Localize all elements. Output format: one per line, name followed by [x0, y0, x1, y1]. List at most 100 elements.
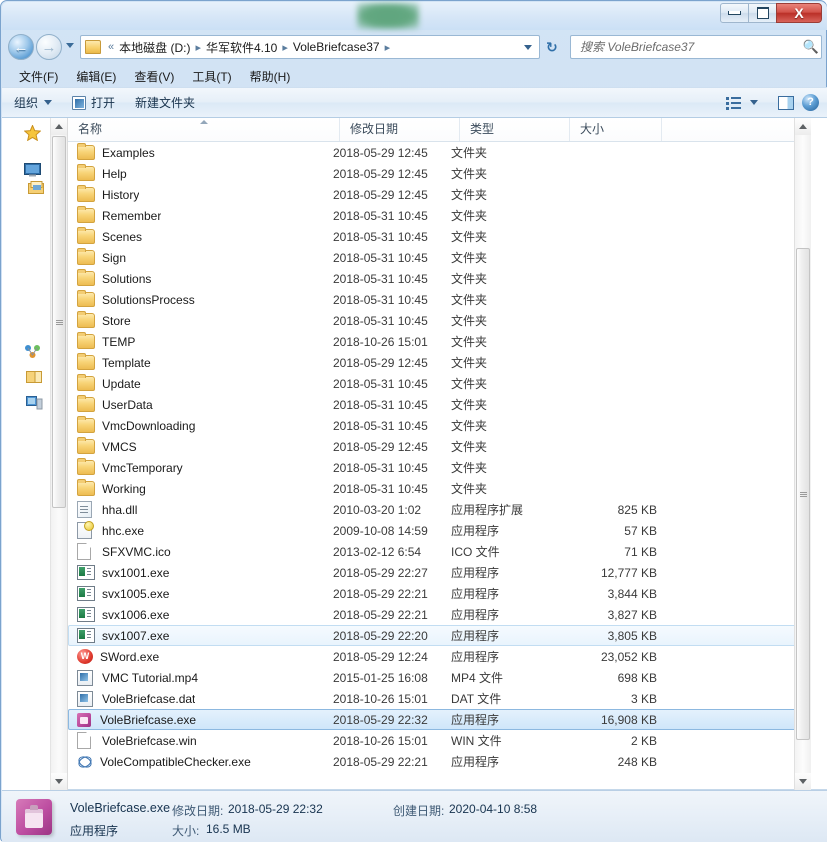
chevron-right-icon[interactable]: ▸ [192, 41, 204, 54]
table-row[interactable]: svx1007.exe 2018-05-29 22:20 应用程序 3,805 KB [68, 625, 811, 646]
computer-icon[interactable] [26, 396, 43, 411]
table-row[interactable]: VoleBriefcase.exe 2018-05-29 22:32 应用程序 16,… [68, 709, 811, 730]
cell-type: 应用程序 [451, 629, 500, 643]
table-row[interactable]: History 2018-05-29 12:45 文件夹 [68, 184, 811, 205]
table-row[interactable]: VoleBriefcase.win 2018-10-26 15:01 WIN 文件 2… [68, 730, 811, 751]
file-scroll-up-button[interactable] [795, 118, 811, 135]
file-scroll-down-button[interactable] [795, 773, 811, 790]
table-row[interactable]: VoleBriefcase.dat 2018-10-26 15:01 DAT 文件 3… [68, 688, 811, 709]
open-label: 打开 [91, 96, 116, 110]
refresh-button[interactable]: ↻ [546, 39, 558, 56]
help-icon[interactable]: ? [802, 94, 819, 111]
table-row[interactable]: SolutionsProcess 2018-05-31 10:45 文件夹 [68, 289, 811, 310]
table-row[interactable]: svx1001.exe 2018-05-29 22:27 应用程序 12,777 KB [68, 562, 811, 583]
table-row[interactable]: Help 2018-05-29 12:45 文件夹 [68, 163, 811, 184]
breadcrumb-folder-2[interactable]: VoleBriefcase37 [291, 40, 382, 54]
nav-scroll-up-button[interactable] [51, 118, 67, 135]
chevron-right-icon[interactable]: ▸ [279, 41, 291, 54]
recent-places-icon[interactable] [28, 181, 45, 196]
cell-date: 2018-05-29 22:20 [333, 628, 428, 643]
table-row[interactable]: svx1006.exe 2018-05-29 22:21 应用程序 3,827 KB [68, 604, 811, 625]
favorites-star-icon[interactable] [23, 124, 42, 142]
maximize-button[interactable] [748, 3, 777, 23]
chevron-down-icon [44, 100, 53, 105]
menu-file[interactable]: 文件(F) [10, 66, 67, 87]
cell-name: Scenes [69, 227, 333, 244]
file-rows-container: Examples 2018-05-29 12:45 文件夹 Help 2018-05-2… [68, 142, 811, 790]
nav-scrollbar-thumb[interactable] [52, 136, 66, 508]
table-row[interactable]: SFXVMC.ico 2013-02-12 6:54 ICO 文件 71 KB [68, 541, 811, 562]
address-overflow-chevron[interactable]: « [105, 41, 117, 53]
table-row[interactable]: VmcDownloading 2018-05-31 10:45 文件夹 [68, 415, 811, 436]
chevron-right-icon[interactable]: ▸ [382, 41, 394, 54]
table-row[interactable]: Scenes 2018-05-31 10:45 文件夹 [68, 226, 811, 247]
table-row[interactable]: Remember 2018-05-31 10:45 文件夹 [68, 205, 811, 226]
search-icon[interactable]: 🔍 [801, 39, 821, 55]
column-header-date[interactable]: 修改日期 [340, 118, 460, 141]
table-row[interactable]: VMC Tutorial.mp4 2015-01-25 16:08 MP4 文件 69… [68, 667, 811, 688]
menu-edit[interactable]: 编辑(E) [67, 66, 125, 87]
cell-date: 2018-05-29 12:24 [333, 649, 428, 664]
menu-help[interactable]: 帮助(H) [241, 66, 300, 87]
file-list-scrollbar[interactable] [794, 118, 811, 790]
menu-view[interactable]: 查看(V) [125, 66, 183, 87]
cell-size: 12,777 KB [600, 565, 657, 580]
table-row[interactable]: VmcTemporary 2018-05-31 10:45 文件夹 [68, 457, 811, 478]
cell-date: 2018-05-31 10:45 [333, 292, 428, 307]
column-header-name[interactable]: 名称 [68, 118, 340, 141]
table-row[interactable]: VoleCompatibleChecker.exe 2018-05-29 22:2… [68, 751, 811, 772]
change-view-icon[interactable] [726, 96, 742, 110]
table-row[interactable]: Template 2018-05-29 12:45 文件夹 [68, 352, 811, 373]
table-row[interactable]: hha.dll 2010-03-20 1:02 应用程序扩展 825 KB [68, 499, 811, 520]
network-icon[interactable] [24, 344, 41, 359]
table-row[interactable]: Sign 2018-05-31 10:45 文件夹 [68, 247, 811, 268]
breadcrumb-folder-1[interactable]: 华军软件4.10 [204, 39, 279, 56]
table-row[interactable]: Working 2018-05-31 10:45 文件夹 [68, 478, 811, 499]
search-input[interactable] [578, 36, 801, 58]
table-row[interactable]: svx1005.exe 2018-05-29 22:21 应用程序 3,844 KB [68, 583, 811, 604]
column-header-size-label: 大小 [580, 122, 605, 136]
cell-size: 2 KB [630, 733, 657, 748]
back-button[interactable]: ← [8, 34, 34, 60]
table-row[interactable]: hhc.exe 2009-10-08 14:59 应用程序 57 KB [68, 520, 811, 541]
library-folder-icon[interactable] [26, 370, 43, 385]
table-row[interactable]: W SWord.exe 2018-05-29 12:24 应用程序 23,052 KB [68, 646, 811, 667]
table-row[interactable]: TEMP 2018-10-26 15:01 文件夹 [68, 331, 811, 352]
close-button[interactable]: X [776, 3, 822, 23]
column-header-type[interactable]: 类型 [460, 118, 570, 141]
cell-date: 2018-10-26 15:01 [333, 691, 428, 706]
forward-button[interactable]: → [36, 34, 62, 60]
cell-type: 文件夹 [451, 377, 488, 391]
table-row[interactable]: VMCS 2018-05-29 12:45 文件夹 [68, 436, 811, 457]
view-chevron-down-icon[interactable] [750, 100, 758, 105]
new-folder-button[interactable]: 新建文件夹 [127, 91, 203, 114]
address-bar[interactable]: « 本地磁盘 (D:) ▸ 华军软件4.10 ▸ VoleBriefcase37… [80, 35, 540, 59]
open-button[interactable]: 打开 [64, 91, 123, 114]
cell-type: 文件夹 [451, 167, 488, 181]
column-header-size[interactable]: 大小 [570, 118, 662, 141]
navigation-pane-scrollbar[interactable] [50, 118, 68, 790]
column-header-filler[interactable] [662, 118, 811, 141]
address-dropdown-icon[interactable] [524, 44, 532, 50]
breadcrumb-drive[interactable]: 本地磁盘 (D:) [117, 39, 192, 56]
nav-scroll-down-button[interactable] [51, 773, 67, 790]
recent-locations-chevron-icon[interactable] [66, 43, 74, 48]
menu-tools[interactable]: 工具(T) [183, 66, 240, 87]
table-row[interactable]: Examples 2018-05-29 12:45 文件夹 [68, 142, 811, 163]
navigation-pane[interactable] [2, 118, 50, 790]
minimize-button[interactable] [720, 3, 749, 23]
table-row[interactable]: Solutions 2018-05-31 10:45 文件夹 [68, 268, 811, 289]
file-scrollbar-thumb[interactable] [796, 248, 810, 740]
organize-button[interactable]: 组织 [6, 91, 60, 114]
table-row[interactable]: Store 2018-05-31 10:45 文件夹 [68, 310, 811, 331]
desktop-icon[interactable] [24, 163, 41, 178]
search-box[interactable]: 🔍 [570, 35, 822, 59]
cell-date: 2018-05-31 10:45 [333, 397, 428, 412]
file-name-label: Help [102, 166, 127, 181]
table-row[interactable]: UserData 2018-05-31 10:45 文件夹 [68, 394, 811, 415]
folder-icon [77, 416, 95, 433]
preview-pane-icon[interactable] [778, 95, 794, 110]
cell-type: 文件夹 [451, 230, 488, 244]
table-row[interactable]: Update 2018-05-31 10:45 文件夹 [68, 373, 811, 394]
cell-type: 应用程序 [451, 587, 500, 601]
